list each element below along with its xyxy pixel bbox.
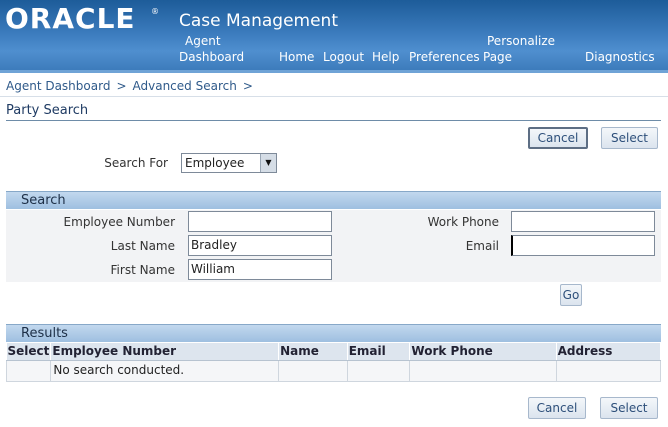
home-link[interactable]: Home bbox=[279, 49, 314, 65]
column-header-select: Select bbox=[6, 343, 52, 361]
employee-number-label: Employee Number bbox=[63, 215, 175, 229]
first-name-label: First Name bbox=[110, 263, 175, 277]
column-header-address: Address bbox=[556, 343, 662, 361]
app-title: Case Management bbox=[179, 11, 338, 31]
agent-dashboard-link-line2[interactable]: Dashboard bbox=[179, 49, 244, 65]
column-header-employee-number: Employee Number bbox=[50, 343, 280, 361]
search-section-title: Search bbox=[21, 193, 66, 208]
table-cell-address bbox=[555, 359, 662, 382]
table-cell-name bbox=[278, 359, 348, 382]
breadcrumb-advanced-search[interactable]: Advanced Search bbox=[133, 79, 237, 93]
logout-link[interactable]: Logout bbox=[323, 49, 364, 65]
last-name-label: Last Name bbox=[110, 239, 175, 253]
search-section-header: Search bbox=[6, 191, 661, 209]
breadcrumb-separator: > bbox=[242, 79, 253, 93]
work-phone-label: Work Phone bbox=[427, 215, 499, 229]
oracle-logo: ORACLE bbox=[5, 2, 136, 35]
email-label: Email bbox=[465, 239, 499, 253]
breadcrumb: Agent Dashboard > Advanced Search > bbox=[6, 78, 259, 94]
column-header-work-phone: Work Phone bbox=[409, 343, 557, 361]
breadcrumb-agent-dashboard[interactable]: Agent Dashboard bbox=[6, 79, 110, 93]
go-button[interactable]: Go bbox=[560, 284, 582, 306]
agent-dashboard-link-line1[interactable]: Agent bbox=[185, 33, 221, 49]
select-button-top[interactable]: Select bbox=[601, 127, 658, 149]
app-header: ORACLE ® Case Management Agent Dashboard… bbox=[0, 0, 668, 73]
results-header-row: Select Employee Number Name Email Work P… bbox=[6, 343, 662, 361]
personalize-page-link-line1[interactable]: Personalize bbox=[487, 33, 555, 49]
cancel-button-bottom[interactable]: Cancel bbox=[528, 397, 586, 419]
work-phone-field[interactable] bbox=[511, 211, 655, 232]
results-section-header: Results bbox=[6, 324, 661, 342]
personalize-page-link-line2[interactable]: Page bbox=[483, 49, 512, 65]
page-title: Party Search bbox=[6, 103, 89, 118]
diagnostics-link[interactable]: Diagnostics bbox=[585, 49, 655, 65]
chevron-down-icon[interactable]: ▼ bbox=[260, 154, 276, 172]
table-cell-email bbox=[346, 359, 411, 382]
table-row: No search conducted. bbox=[5, 359, 662, 382]
table-cell-work-phone bbox=[409, 359, 557, 382]
search-for-select[interactable]: Employee ▼ bbox=[181, 153, 277, 173]
preferences-link[interactable]: Preferences bbox=[409, 49, 480, 65]
employee-number-field[interactable] bbox=[188, 211, 332, 232]
search-for-value: Employee bbox=[185, 156, 245, 170]
breadcrumb-divider bbox=[0, 96, 668, 97]
column-header-email: Email bbox=[347, 343, 411, 361]
results-section-title: Results bbox=[21, 326, 68, 341]
email-field[interactable] bbox=[511, 235, 655, 256]
select-button-bottom[interactable]: Select bbox=[600, 397, 658, 419]
search-for-label: Search For bbox=[104, 156, 168, 170]
page-title-divider bbox=[6, 120, 661, 121]
empty-results-message: No search conducted. bbox=[50, 359, 280, 382]
first-name-field[interactable]: William bbox=[188, 259, 332, 280]
cancel-button-top[interactable]: Cancel bbox=[528, 127, 588, 149]
registered-mark: ® bbox=[151, 7, 159, 16]
results-table: Select Employee Number Name Email Work P… bbox=[5, 343, 662, 382]
last-name-field[interactable]: Bradley bbox=[188, 235, 332, 256]
breadcrumb-separator: > bbox=[116, 79, 127, 93]
column-header-name: Name bbox=[278, 343, 348, 361]
help-link[interactable]: Help bbox=[372, 49, 399, 65]
table-cell-select bbox=[5, 359, 52, 382]
